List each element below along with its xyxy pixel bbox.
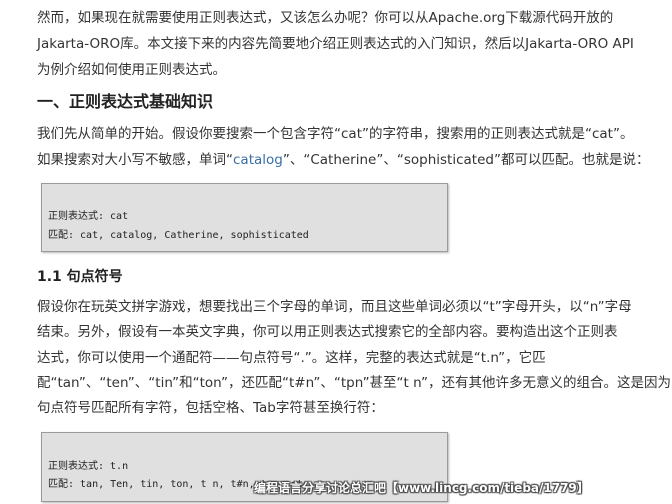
basics-line-2-end: ”、“Catherine”、“sophisticated”都可以匹配。也就是说： <box>282 152 650 168</box>
dot-line-5: 句点符号匹配所有字符，包括空格、Tab字符甚至换行符： <box>37 400 384 416</box>
forum-watermark: 编程语言分享讨论总汇吧【www.lincg.com/tieba/1779】 <box>254 481 589 495</box>
code-block-cat: 正则表达式: cat 匹配: cat, catalog, Catherine, … <box>41 183 448 252</box>
dot-line-1: 假设你在玩英文拼字游戏，想要找出三个字母的单词，而且这些单词必须以“t”字母开头… <box>37 299 632 315</box>
dot-line-4: 配“tan”、“ten”、“tin”和“ton”，还匹配“t#n”、“tpn”甚… <box>37 375 671 391</box>
intro-line-3: 为例介绍如何使用正则表达式。 <box>37 62 226 78</box>
basics-line-2: 如果搜索对大小写不敏感，单词“catalog”、“Catherine”、“sop… <box>37 148 667 173</box>
section-heading-basics: 一、正则表达式基础知识 <box>37 92 214 111</box>
code-line-regex-tn: 正则表达式: t.n <box>48 461 129 472</box>
code-line-matches: 匹配: cat, catalog, Catherine, sophisticat… <box>48 230 309 241</box>
catalog-link[interactable]: catalog <box>233 152 283 168</box>
dot-line-3: 达式，你可以使用一个通配符——句点符号“.”。这样，完整的表达式就是“t.n”，… <box>37 350 546 366</box>
code-line-regex: 正则表达式: cat <box>48 211 129 222</box>
basics-line-2-start: 如果搜索对大小写不敏感，单词“ <box>37 152 233 168</box>
basics-line-1: 我们先从简单的开始。假设你要搜索一个包含字符“cat”的字符串，搜索用的正则表达… <box>37 126 634 142</box>
intro-line-1: 然而，如果现在就需要使用正则表达式，又该怎么办呢？你可以从Apache.org下… <box>37 10 614 26</box>
intro-line-2: Jakarta-ORO库。本文接下来的内容先简要地介绍正则表达式的入门知识，然后… <box>37 36 634 52</box>
dot-line-2: 结束。另外，假设有一本英文字典，你可以用正则表达式搜索它的全部内容。要构造出这个… <box>37 324 618 340</box>
article-page: 然而，如果现在就需要使用正则表达式，又该怎么办呢？你可以从Apache.org下… <box>0 0 672 504</box>
section-heading-dot: 1.1 句点符号 <box>37 269 123 285</box>
